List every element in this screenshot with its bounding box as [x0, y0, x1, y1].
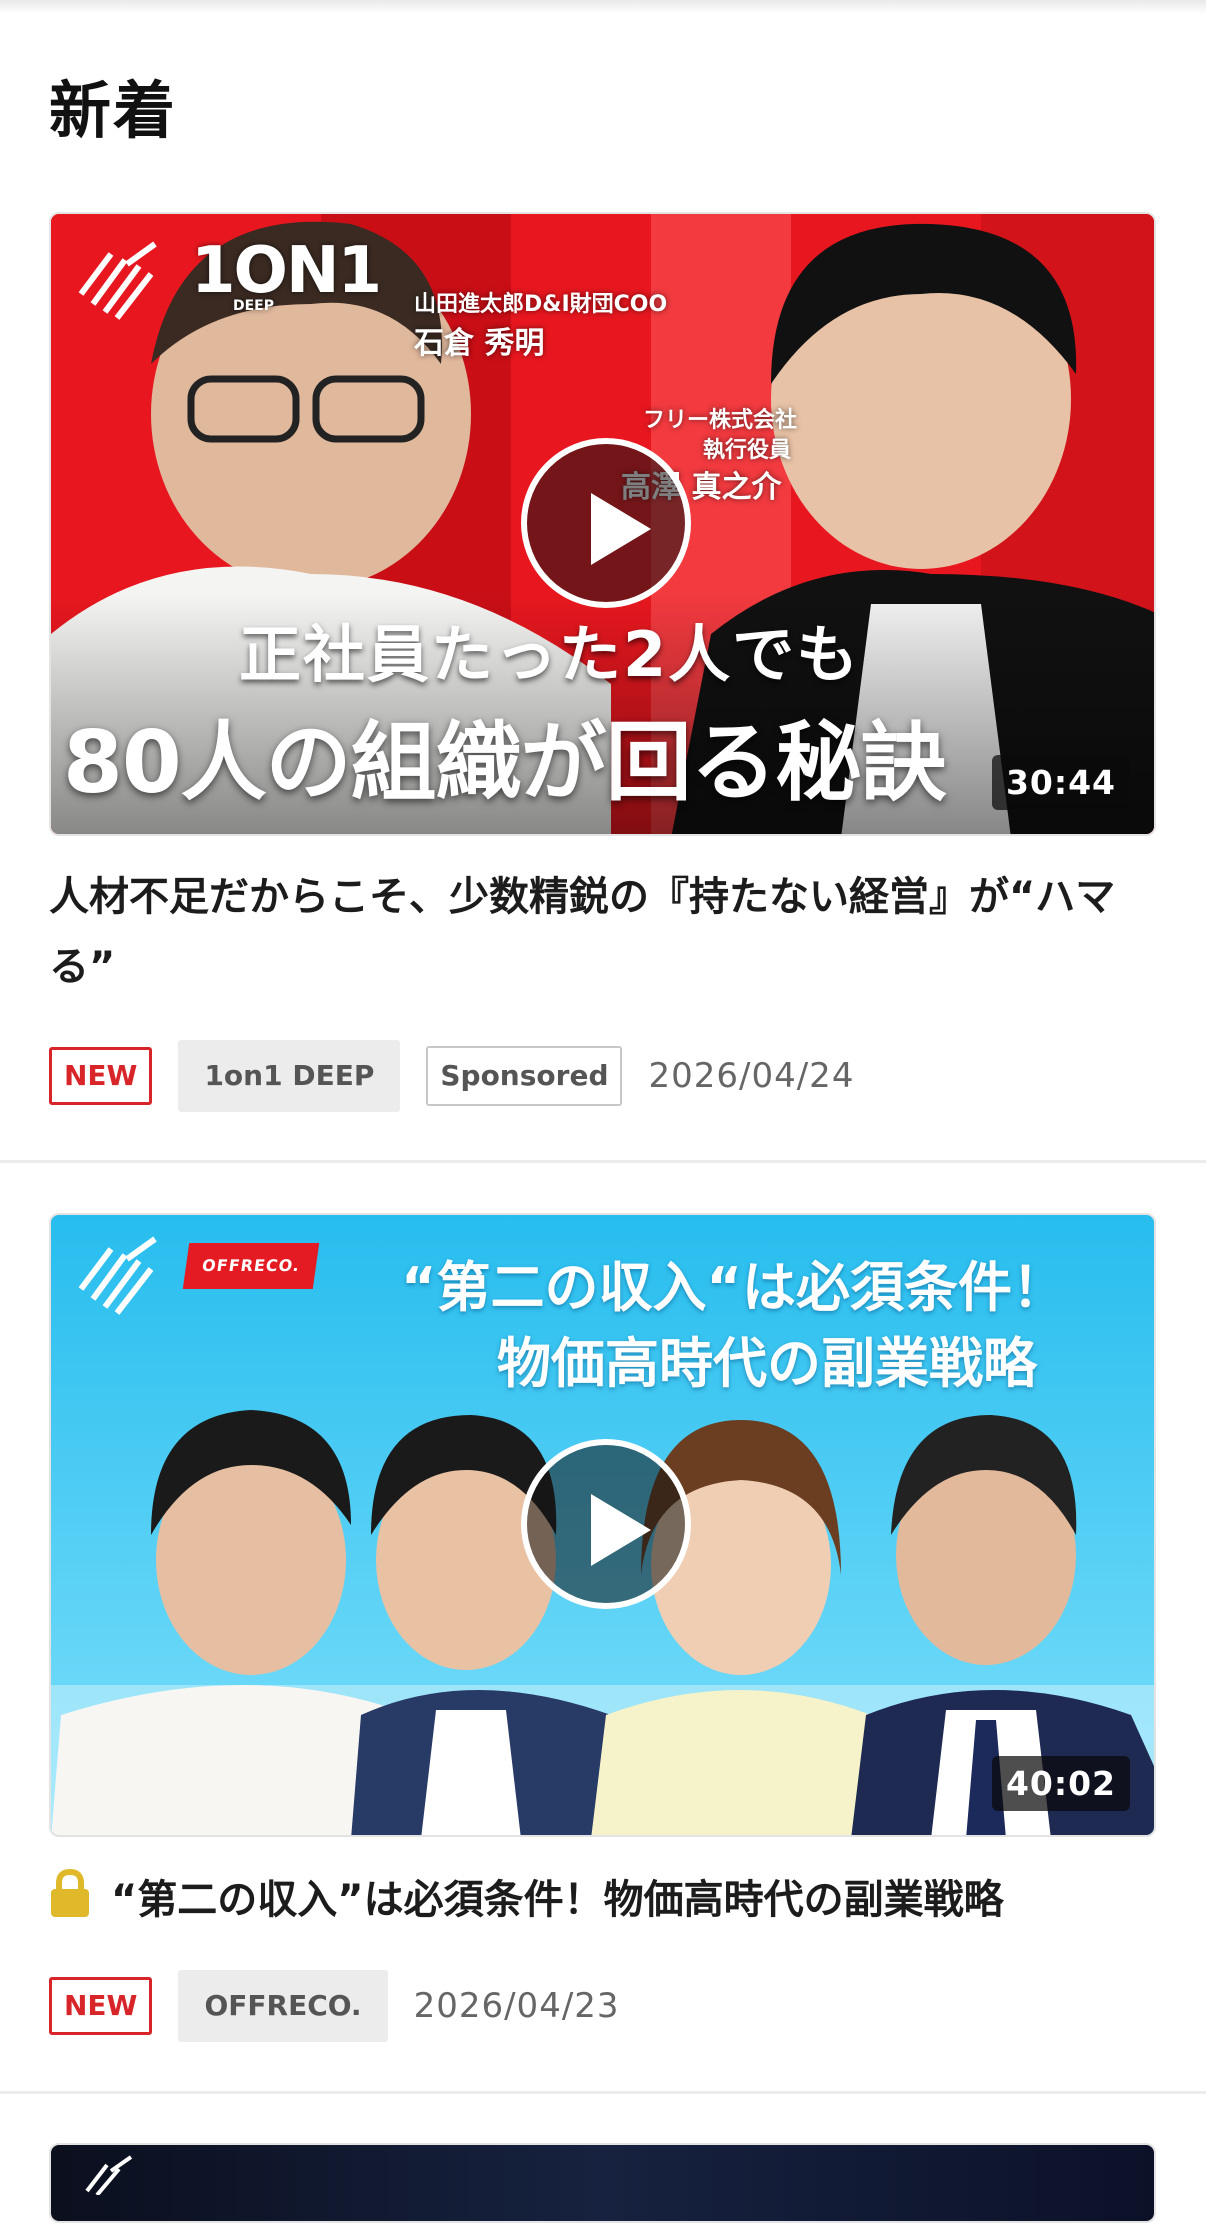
video-title-row[interactable]: “第二の収入”は必須条件！物価高時代の副業戦略 [49, 1865, 1159, 1935]
video-title[interactable]: 人材不足だからこそ、少数精鋭の『持たない経営』が“ハマる” [49, 862, 1159, 1002]
brand-logo-icon [78, 1236, 157, 1315]
section-title: 新着 [49, 74, 178, 147]
top-shadow [0, 0, 1206, 14]
video-thumbnail[interactable]: 1ON1 DEEP 山田進太郎D&I財団COO 石倉 秀明 フリー株式会社 執行… [49, 212, 1156, 836]
video-duration: 30:44 [991, 755, 1130, 810]
sponsored-badge: Sponsored [426, 1046, 623, 1106]
video-duration: 40:02 [991, 1756, 1130, 1811]
offreco-logo: OFFRECO. [182, 1243, 320, 1289]
channel-tag[interactable]: OFFRECO. [178, 1970, 388, 2042]
video-thumbnail[interactable] [49, 2143, 1156, 2223]
lock-icon [51, 1869, 89, 1917]
publish-date: 2026/04/23 [413, 1986, 620, 2026]
publish-date: 2026/04/24 [648, 1056, 855, 1096]
video-title[interactable]: “第二の収入”は必須条件！物価高時代の副業戦略 [111, 1877, 1004, 1923]
brand-logo-icon [78, 241, 157, 320]
guest1-name: 石倉 秀明 [414, 326, 545, 361]
guest2-role-line1: フリー株式会社 [643, 408, 798, 433]
guest2-role-line2: 執行役員 [703, 438, 792, 463]
thumbnail-headline-2: 物価高時代の副業戦略 [497, 1332, 1037, 1395]
thumbnail-headline-1: “第二の収入“は必須条件！ [401, 1256, 1066, 1319]
video-thumbnail[interactable]: OFFRECO. “第二の収入“は必須条件！ 物価高時代の副業戦略 40:02 [49, 1213, 1156, 1837]
play-button[interactable] [521, 1439, 691, 1609]
channel-tag[interactable]: 1on1 DEEP [178, 1040, 401, 1112]
thumbnail-headline-2: 80人の組織が回る秘訣 [63, 713, 947, 813]
new-badge: NEW [49, 1047, 153, 1105]
card-divider [0, 2091, 1206, 2094]
guest1-role: 山田進太郎D&I財団COO [414, 292, 668, 317]
thumbnail-headline-1: 正社員たった2人でも [239, 618, 861, 691]
video-meta: NEW 1on1 DEEP Sponsored 2026/04/24 [49, 1040, 854, 1112]
brand-wordmark: 1ON1 [191, 234, 382, 308]
play-button[interactable] [521, 438, 691, 608]
brand-wordmark-sub: DEEP [233, 298, 275, 314]
brand-logo-icon [85, 2155, 133, 2195]
new-badge: NEW [49, 1977, 153, 2035]
video-meta: NEW OFFRECO. 2026/04/23 [49, 1970, 620, 2042]
card-divider [0, 1160, 1206, 1163]
